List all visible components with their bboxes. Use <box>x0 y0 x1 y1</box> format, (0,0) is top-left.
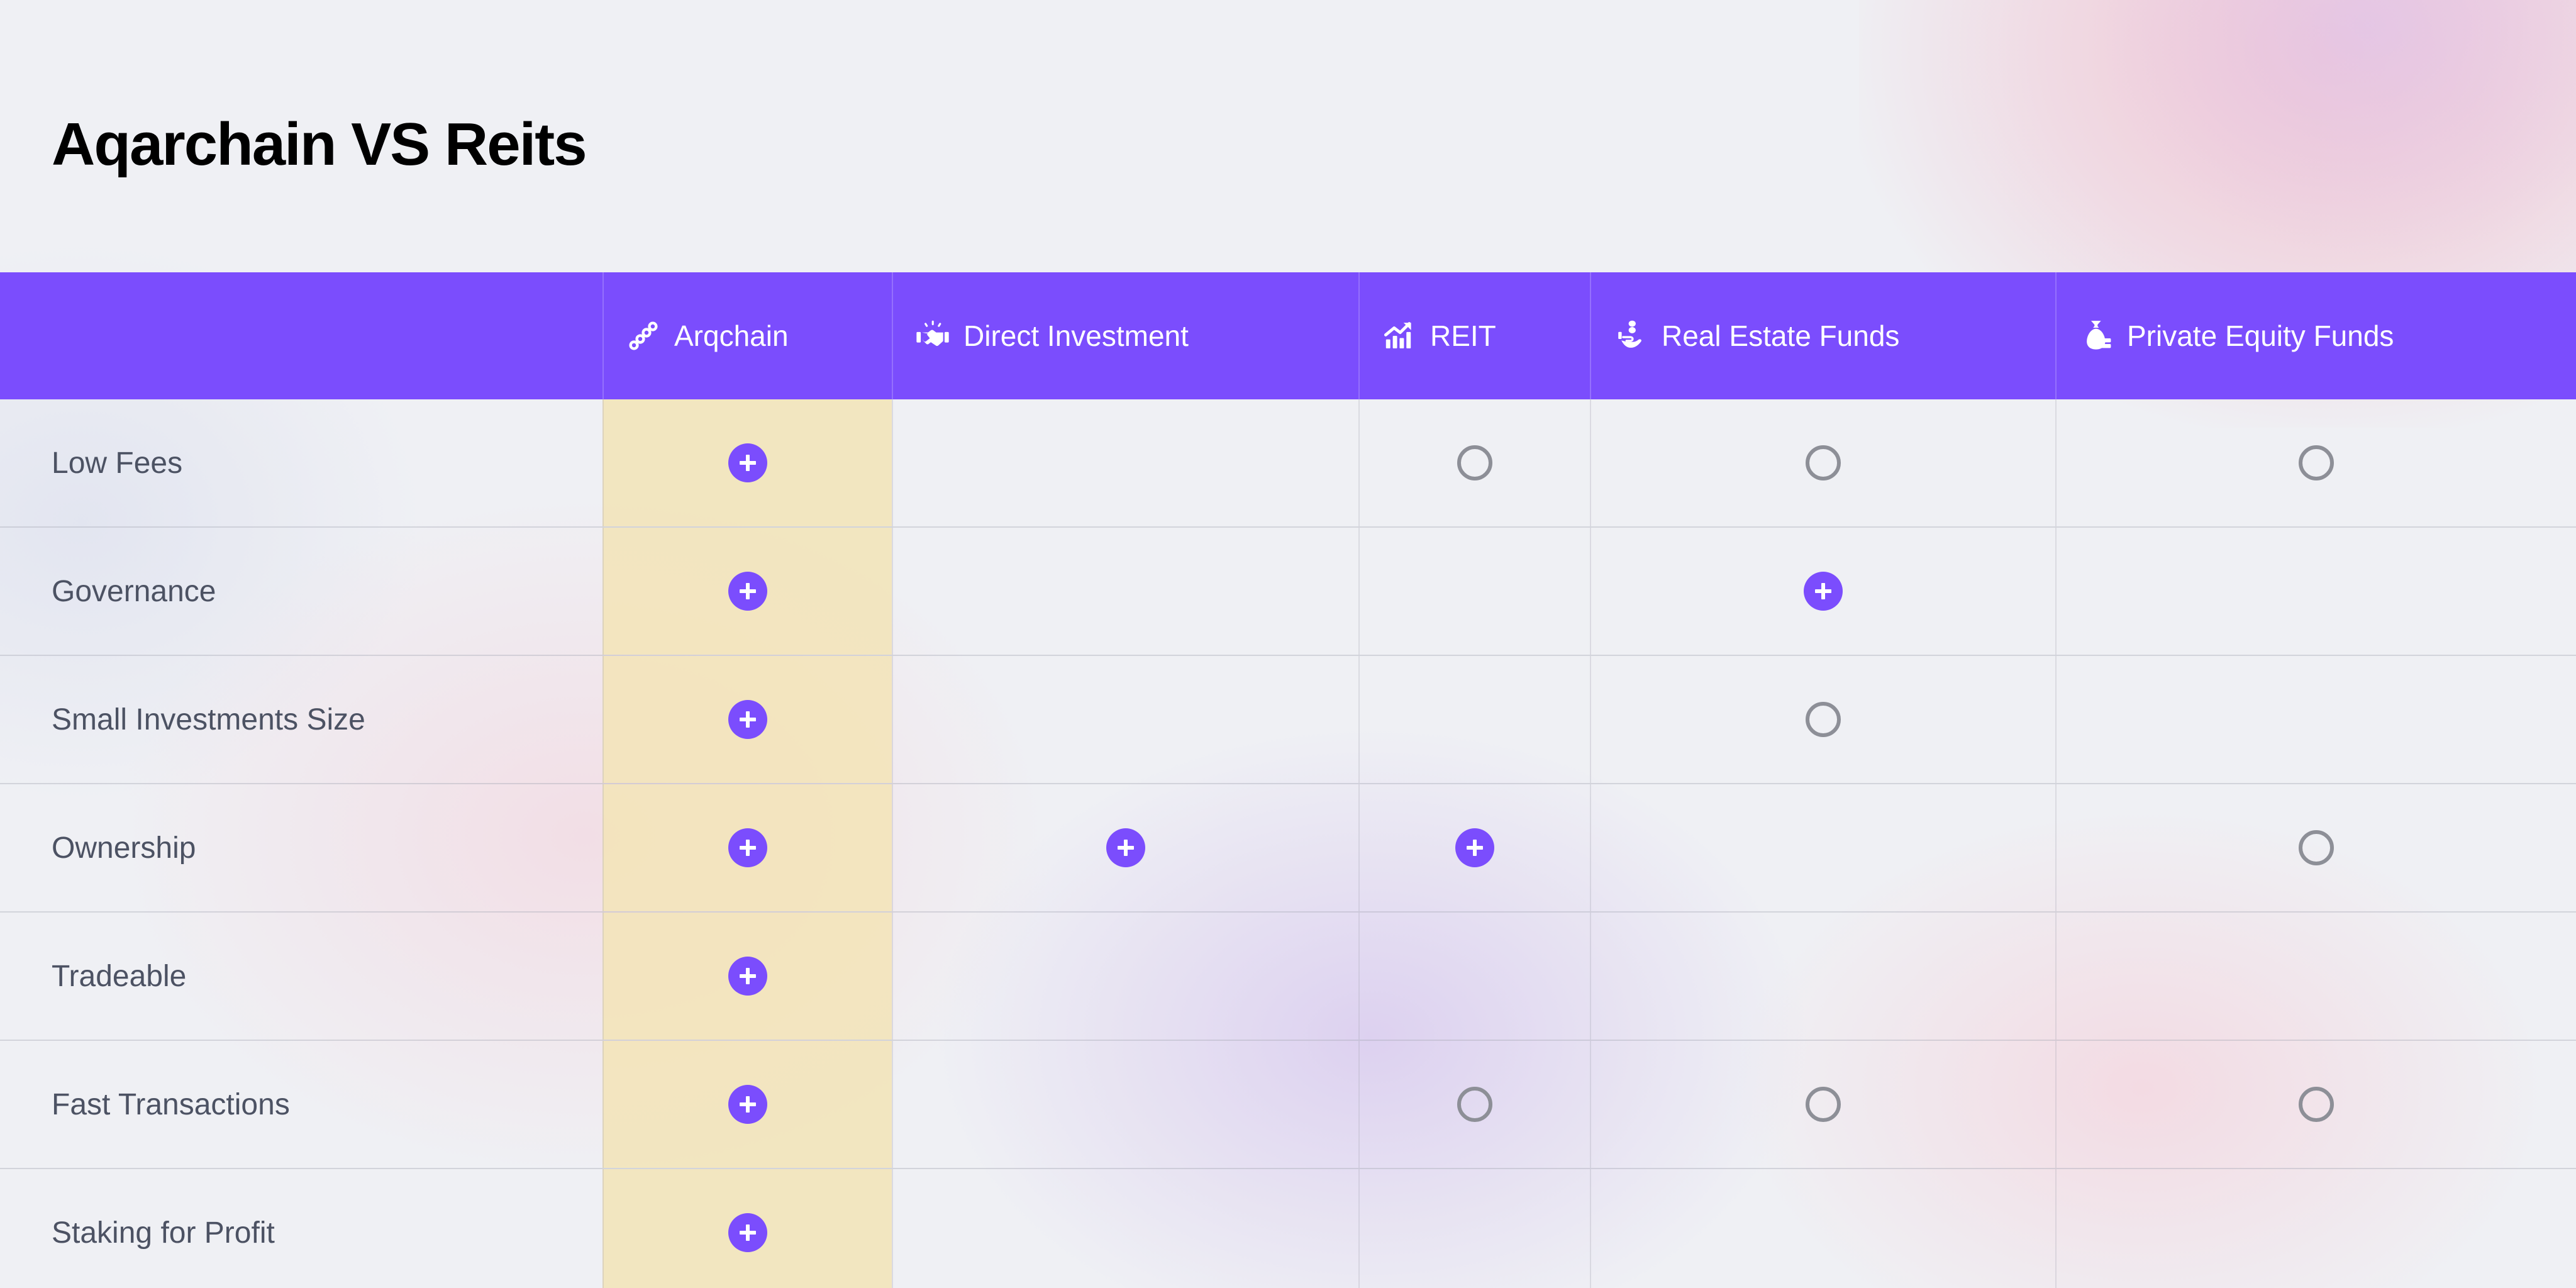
cell-reit <box>1358 913 1590 1040</box>
cell-direct_investment <box>892 399 1358 526</box>
table-row: Low Fees <box>0 399 2576 528</box>
empty-circle-icon <box>2299 830 2334 865</box>
plus-badge-icon <box>1804 572 1843 611</box>
comparison-table: Arqchain Direct Investment REIT Real Est… <box>0 272 2576 1288</box>
table-body: Low Fees Governance Small Investments Size… <box>0 399 2576 1288</box>
header-cell-private-equity-funds[interactable]: Private Equity Funds <box>2055 272 2576 399</box>
comparison-page: Aqarchain VS Reits Arqchain Direct Inves… <box>0 0 2576 1288</box>
cell-reit <box>1358 784 1590 911</box>
table-header-row: Arqchain Direct Investment REIT Real Est… <box>0 272 2576 399</box>
cell-real_estate_funds <box>1590 528 2055 655</box>
plus-badge-icon <box>728 572 767 611</box>
plus-badge-icon <box>728 828 767 867</box>
cell-private_equity_funds <box>2055 1169 2576 1288</box>
header-cell-real-estate-funds[interactable]: Real Estate Funds <box>1590 272 2055 399</box>
cell-reit <box>1358 1169 1590 1288</box>
cell-reit <box>1358 399 1590 526</box>
empty-circle-icon <box>1806 445 1841 480</box>
cell-direct_investment <box>892 1169 1358 1288</box>
cell-real_estate_funds <box>1590 913 2055 1040</box>
cell-reit <box>1358 528 1590 655</box>
cell-direct_investment <box>892 913 1358 1040</box>
cell-direct_investment <box>892 528 1358 655</box>
row-label: Low Fees <box>52 446 183 480</box>
cell-reit <box>1358 656 1590 783</box>
chain-link-icon <box>626 319 660 353</box>
cell-arqchain <box>602 528 892 655</box>
table-row: Governance <box>0 528 2576 656</box>
cell-arqchain <box>602 913 892 1040</box>
cell-private_equity_funds <box>2055 656 2576 783</box>
empty-circle-icon <box>1457 1087 1492 1122</box>
cell-arqchain <box>602 399 892 526</box>
row-label: Staking for Profit <box>52 1216 275 1250</box>
background-wash-lilac <box>2085 0 2576 264</box>
table-row: Staking for Profit <box>0 1169 2576 1288</box>
money-bag-icon <box>2079 319 2113 353</box>
cell-reit <box>1358 1041 1590 1168</box>
page-title: Aqarchain VS Reits <box>52 111 587 178</box>
row-label: Small Investments Size <box>52 702 365 736</box>
empty-circle-icon <box>1457 445 1492 480</box>
cell-arqchain <box>602 1041 892 1168</box>
empty-circle-icon <box>2299 1087 2334 1122</box>
header-label-arqchain: Arqchain <box>674 319 789 352</box>
cell-private_equity_funds <box>2055 399 2576 526</box>
table-row: Ownership <box>0 784 2576 913</box>
row-label: Tradeable <box>52 959 187 993</box>
header-label-private-equity-funds: Private Equity Funds <box>2127 319 2394 352</box>
cell-real_estate_funds <box>1590 1041 2055 1168</box>
table-row: Tradeable <box>0 913 2576 1041</box>
table-row: Small Investments Size <box>0 656 2576 784</box>
cell-private_equity_funds <box>2055 913 2576 1040</box>
cell-arqchain <box>602 656 892 783</box>
empty-circle-icon <box>1806 702 1841 737</box>
header-cell-direct-investment[interactable]: Direct Investment <box>892 272 1358 399</box>
cell-direct_investment <box>892 1041 1358 1168</box>
header-cell-feature <box>0 272 602 399</box>
handshake-deal-icon <box>916 319 950 353</box>
header-cell-reit[interactable]: REIT <box>1358 272 1590 399</box>
empty-circle-icon <box>2299 445 2334 480</box>
cell-real_estate_funds <box>1590 1169 2055 1288</box>
cell-real_estate_funds <box>1590 656 2055 783</box>
cell-private_equity_funds <box>2055 1041 2576 1168</box>
plus-badge-icon <box>728 443 767 482</box>
plus-badge-icon <box>728 700 767 739</box>
cell-direct_investment <box>892 784 1358 911</box>
cell-arqchain <box>602 784 892 911</box>
hand-holding-coins-icon <box>1614 319 1648 353</box>
row-label: Governance <box>52 574 216 608</box>
plus-badge-icon <box>728 957 767 996</box>
row-label: Ownership <box>52 831 196 865</box>
header-label-direct-investment: Direct Investment <box>963 319 1189 352</box>
cell-private_equity_funds <box>2055 528 2576 655</box>
cell-real_estate_funds <box>1590 784 2055 911</box>
row-label: Fast Transactions <box>52 1087 290 1121</box>
cell-private_equity_funds <box>2055 784 2576 911</box>
header-label-reit: REIT <box>1430 319 1496 352</box>
plus-badge-icon <box>728 1085 767 1124</box>
plus-badge-icon <box>728 1213 767 1252</box>
empty-circle-icon <box>1806 1087 1841 1122</box>
cell-arqchain <box>602 1169 892 1288</box>
table-row: Fast Transactions <box>0 1041 2576 1169</box>
cell-direct_investment <box>892 656 1358 783</box>
header-label-real-estate-funds: Real Estate Funds <box>1662 319 1900 352</box>
plus-badge-icon <box>1455 828 1494 867</box>
plus-badge-icon <box>1106 828 1145 867</box>
cell-real_estate_funds <box>1590 399 2055 526</box>
growth-bar-chart-icon <box>1382 319 1416 353</box>
header-cell-arqchain[interactable]: Arqchain <box>602 272 892 399</box>
